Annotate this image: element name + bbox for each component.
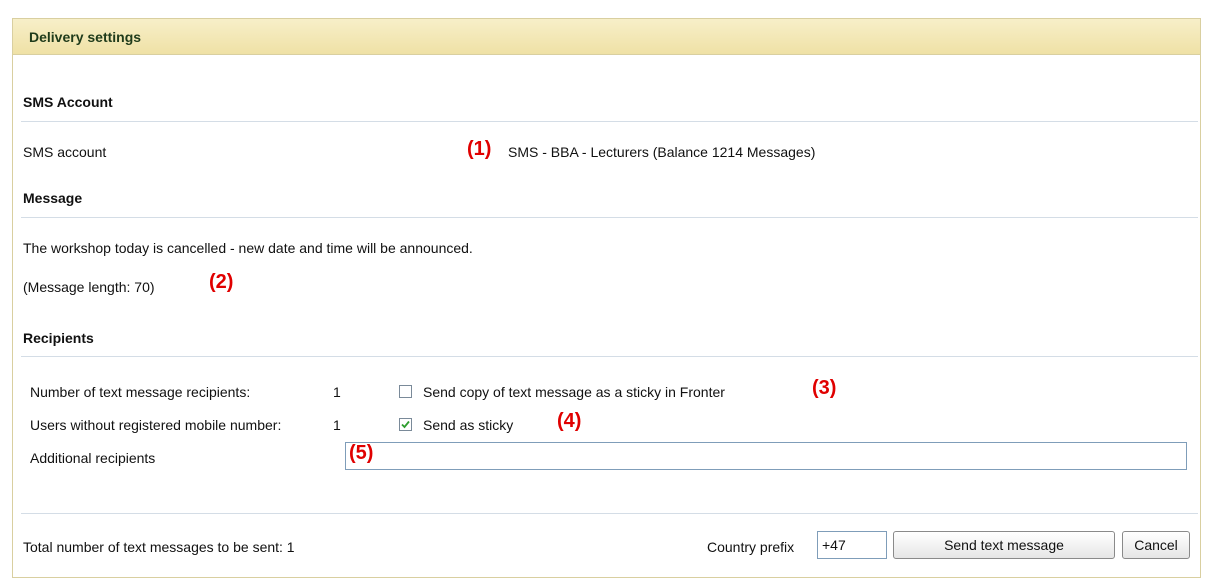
message-length: (Message length: 70) <box>23 279 155 295</box>
cancel-button[interactable]: Cancel <box>1122 531 1190 559</box>
sms-account-divider <box>21 121 1198 122</box>
sms-account-section-title: SMS Account <box>23 94 113 110</box>
no-mobile-value: 1 <box>333 417 341 433</box>
send-text-message-button[interactable]: Send text message <box>893 531 1115 559</box>
check-icon <box>401 420 410 429</box>
message-section-title: Message <box>23 190 83 206</box>
copy-sticky-checkbox[interactable] <box>399 385 412 398</box>
copy-sticky-label[interactable]: Send copy of text message as a sticky in… <box>423 384 725 400</box>
recipients-divider <box>21 356 1198 357</box>
message-text: The workshop today is cancelled - new da… <box>23 240 473 256</box>
total-messages-text: Total number of text messages to be sent… <box>23 539 295 555</box>
annotation-3: (3) <box>812 377 837 399</box>
send-sticky-label[interactable]: Send as sticky <box>423 417 513 433</box>
delivery-settings-panel: Delivery settings SMS Account SMS accoun… <box>12 18 1201 578</box>
panel-title: Delivery settings <box>29 29 142 45</box>
no-mobile-label: Users without registered mobile number: <box>30 417 282 433</box>
recipients-section-title: Recipients <box>23 330 94 346</box>
annotation-4: (4) <box>557 410 582 432</box>
recipients-count-label: Number of text message recipients: <box>30 384 251 400</box>
message-divider <box>21 217 1198 218</box>
send-sticky-checkbox[interactable] <box>399 418 412 431</box>
additional-recipients-label: Additional recipients <box>30 450 156 466</box>
country-prefix-label: Country prefix <box>707 539 795 555</box>
country-prefix-input[interactable] <box>817 531 887 559</box>
additional-recipients-input[interactable] <box>345 442 1187 470</box>
footer-divider <box>21 513 1198 514</box>
recipients-count-value: 1 <box>333 384 341 400</box>
sms-account-label: SMS account <box>23 144 107 160</box>
annotation-2: (2) <box>209 271 234 293</box>
panel-header: Delivery settings <box>13 19 1200 55</box>
sms-account-value: SMS - BBA - Lecturers (Balance 1214 Mess… <box>508 144 816 160</box>
annotation-1: (1) <box>467 138 492 160</box>
